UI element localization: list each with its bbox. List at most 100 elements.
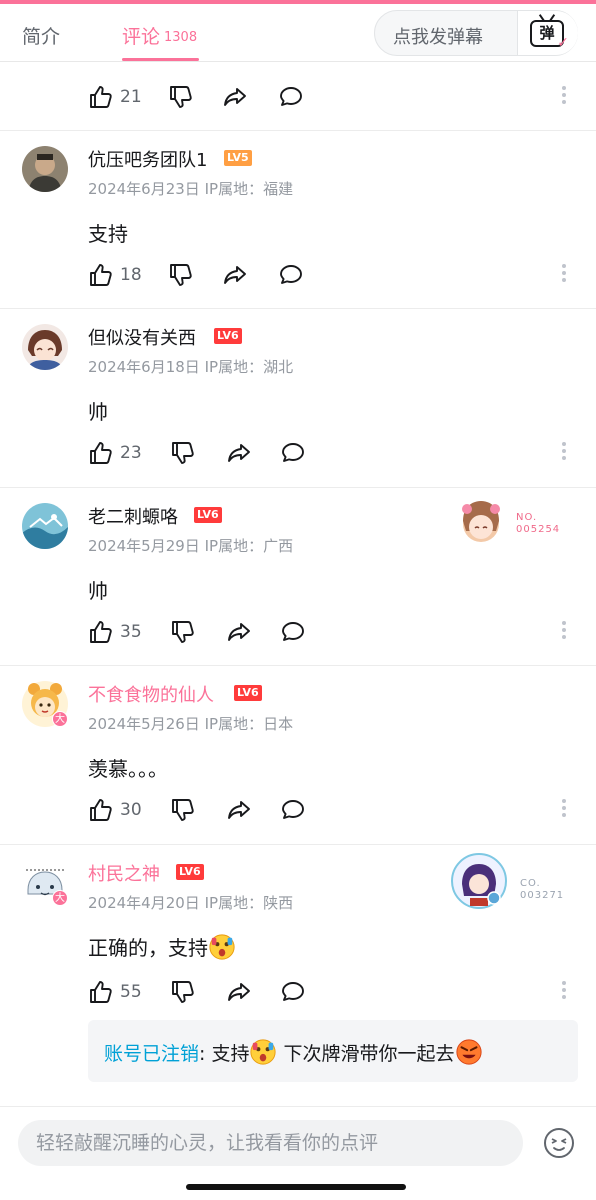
dislike-icon[interactable] [170, 440, 196, 466]
comment-date: 2024年5月29日 [88, 537, 200, 555]
like-icon[interactable] [88, 440, 114, 466]
level-badge: LV6 [176, 864, 204, 880]
share-icon[interactable] [226, 797, 252, 823]
like-count: 21 [120, 87, 142, 107]
reply-icon[interactable] [278, 84, 304, 110]
top-comment-actions: 21 [88, 82, 578, 112]
more-options-icon[interactable] [562, 442, 568, 463]
avatar[interactable]: 大 [22, 681, 68, 727]
check-icon: ✓ [557, 35, 569, 51]
angry-emoji-icon [455, 1038, 483, 1066]
danmaku-placeholder: 点我发弹幕 [393, 27, 483, 48]
comment-meta: 2024年5月29日 IP属地：广西 [88, 535, 293, 556]
more-options-icon[interactable] [562, 86, 568, 107]
fan-badge-number: CO. 003271 [520, 878, 565, 901]
danmaku-toggle-button[interactable]: 弹 ✓ [518, 11, 578, 55]
tab-intro[interactable]: 简介 [22, 22, 60, 49]
like-count: 30 [120, 800, 142, 820]
dislike-icon[interactable] [170, 797, 196, 823]
comment-meta: 2024年6月23日 IP属地：福建 [88, 178, 293, 199]
comment-text-value: 正确的，支持 [88, 936, 208, 960]
like-count: 23 [120, 443, 142, 463]
comment-actions: 23 [88, 438, 578, 468]
level-badge: LV6 [194, 507, 222, 523]
reply-icon[interactable] [278, 262, 304, 288]
comment-text: 帅 [88, 400, 108, 424]
like-count: 55 [120, 982, 142, 1002]
tab-comments[interactable]: 评论 1308 [122, 22, 197, 49]
like-icon[interactable] [88, 619, 114, 645]
comment-date: 2024年6月18日 [88, 358, 200, 376]
reply-username[interactable]: 账号已注销 [104, 1043, 199, 1065]
comment-input-box[interactable] [18, 1120, 523, 1166]
username[interactable]: 村民之神 [88, 860, 160, 886]
reply-preview[interactable]: 账号已注销: 支持 下次牌滑带你一起去 [88, 1020, 578, 1082]
danmaku-input[interactable]: 点我发弹幕 弹 ✓ [374, 10, 578, 56]
share-icon[interactable] [222, 262, 248, 288]
reply-icon[interactable] [280, 797, 306, 823]
vip-badge: 大 [52, 711, 68, 727]
fan-badge: NO. 005254 [456, 497, 559, 551]
vip-badge: 大 [52, 890, 68, 906]
comment-input[interactable] [36, 1128, 506, 1158]
level-badge: LV6 [214, 328, 242, 344]
share-icon[interactable] [222, 84, 248, 110]
like-count: 18 [120, 265, 142, 285]
username[interactable]: 伉压吧务团队1 [88, 146, 207, 172]
bottom-divider [0, 1106, 596, 1107]
like-icon[interactable] [88, 84, 114, 110]
comment-ip: IP属地：福建 [204, 180, 294, 198]
tab-comments-label: 评论 [122, 26, 161, 48]
more-options-icon[interactable] [562, 264, 568, 285]
fan-badge-number: NO. 005254 [516, 512, 561, 535]
comment-date: 2024年4月20日 [88, 894, 200, 912]
share-icon[interactable] [226, 979, 252, 1005]
comment-text: 支持 [88, 222, 128, 246]
username[interactable]: 但似没有关西 [88, 324, 196, 350]
like-icon[interactable] [88, 979, 114, 1005]
surprised-emoji-icon [208, 933, 236, 961]
share-icon[interactable] [226, 619, 252, 645]
share-icon[interactable] [226, 440, 252, 466]
dislike-icon[interactable] [170, 619, 196, 645]
comment-actions: 55 [88, 977, 578, 1007]
emoji-face-icon[interactable] [542, 1126, 576, 1164]
comment-date: 2024年5月26日 [88, 715, 200, 733]
reply-icon[interactable] [280, 619, 306, 645]
comment-actions: 30 [88, 795, 578, 825]
like-count: 35 [120, 622, 142, 642]
avatar[interactable] [22, 503, 68, 549]
more-options-icon[interactable] [562, 799, 568, 820]
more-options-icon[interactable] [562, 981, 568, 1002]
reply-text: 下次牌滑带你一起去 [283, 1043, 455, 1065]
like-icon[interactable] [88, 262, 114, 288]
comment-meta: 2024年5月26日 IP属地：日本 [88, 713, 293, 734]
username[interactable]: 不食食物的仙人 [88, 681, 214, 707]
reply-icon[interactable] [280, 979, 306, 1005]
avatar[interactable]: 大 [22, 860, 68, 906]
dislike-icon[interactable] [170, 979, 196, 1005]
username[interactable]: 老二刺螈咯 [88, 503, 178, 529]
comment-actions: 18 [88, 260, 578, 290]
comment-meta: 2024年6月18日 IP属地：湖北 [88, 356, 293, 377]
reply-icon[interactable] [280, 440, 306, 466]
like-icon[interactable] [88, 797, 114, 823]
reply-line: 账号已注销: 支持 下次牌滑带你一起去 [104, 1038, 483, 1066]
danmaku-tv-icon: 弹 ✓ [530, 20, 569, 50]
reply-text-prefix: : 支持 [199, 1043, 250, 1065]
tab-active-underline [122, 58, 199, 61]
avatar[interactable] [22, 324, 68, 370]
comment-ip: IP属地：日本 [204, 715, 294, 733]
dislike-icon[interactable] [168, 84, 194, 110]
more-options-icon[interactable] [562, 621, 568, 642]
comment-item: 老二刺螈咯 LV6 2024年5月29日 IP属地：广西 NO. 005254 … [0, 487, 596, 665]
level-badge: LV6 [234, 685, 262, 701]
dislike-icon[interactable] [168, 262, 194, 288]
header: 简介 评论 1308 点我发弹幕 弹 ✓ [0, 4, 596, 62]
avatar[interactable] [22, 146, 68, 192]
comment-ip: IP属地：陕西 [204, 894, 294, 912]
comment-text: 羡慕。。。 [88, 757, 168, 781]
comment-text: 正确的，支持 [88, 932, 236, 961]
comment-item: 伉压吧务团队1 LV5 2024年6月23日 IP属地：福建 支持 18 [0, 130, 596, 308]
comment-meta: 2024年4月20日 IP属地：陕西 [88, 892, 293, 913]
